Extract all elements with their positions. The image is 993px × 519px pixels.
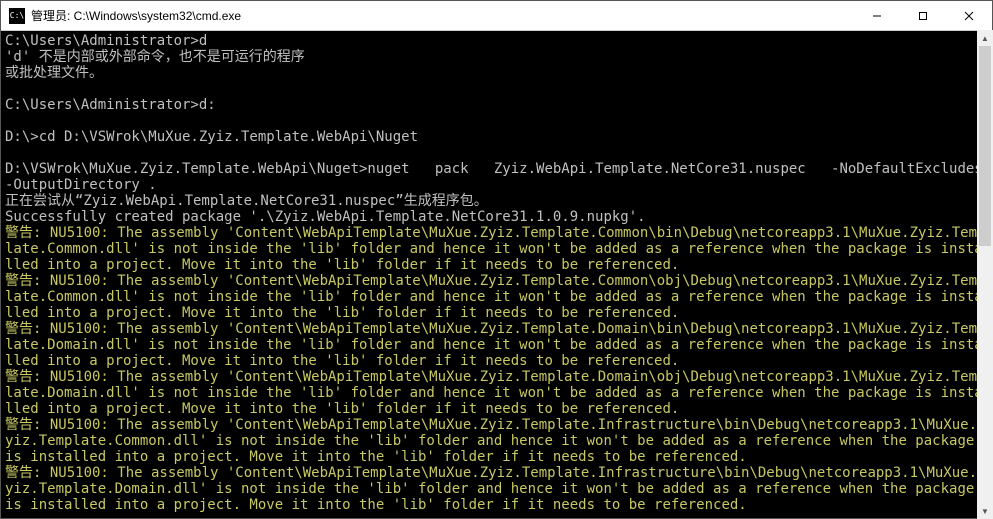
terminal-line: 警告: NU5100: The assembly 'Content\WebApi… [5,369,988,417]
terminal-line: 警告: NU5100: The assembly 'Content\WebApi… [5,465,988,513]
terminal-line: C:\Users\Administrator>d [5,33,988,49]
terminal-line: Successfully created package '.\Zyiz.Web… [5,209,988,225]
terminal-line: 警告: NU5100: The assembly 'Content\WebApi… [5,273,988,321]
terminal-output[interactable]: C:\Users\Administrator>d'd' 不是内部或外部命令，也不… [1,31,992,518]
scroll-up-button[interactable]: ▲ [977,30,993,46]
minimize-icon [872,11,882,21]
terminal-line: 警告: NU5100: The assembly 'Content\WebApi… [5,321,988,369]
terminal-line: 警告: NU5100: The assembly 'Content\WebApi… [5,417,988,465]
terminal-line: 或批处理文件。 [5,65,988,81]
terminal-line: 'd' 不是内部或外部命令，也不是可运行的程序 [5,49,988,65]
close-button[interactable] [946,1,992,30]
scroll-down-button[interactable]: ▼ [977,503,993,519]
cmd-window: C:\ 管理员: C:\Windows\system32\cmd.exe C:\… [0,0,993,519]
vertical-scrollbar[interactable]: ▲ ▼ [977,30,993,519]
maximize-button[interactable] [900,1,946,30]
titlebar[interactable]: C:\ 管理员: C:\Windows\system32\cmd.exe [1,1,992,31]
app-icon: C:\ [9,8,25,24]
terminal-line: C:\Users\Administrator>d: [5,97,988,113]
terminal-line [5,113,988,129]
close-icon [964,11,974,21]
maximize-icon [918,11,928,21]
terminal-line: D:\VSWrok\MuXue.Zyiz.Template.WebApi\Nug… [5,161,988,193]
terminal-line [5,145,988,161]
window-controls [854,1,992,30]
terminal-line: D:\>cd D:\VSWrok\MuXue.Zyiz.Template.Web… [5,129,988,145]
scrollbar-thumb[interactable] [979,46,991,246]
window-title: 管理员: C:\Windows\system32\cmd.exe [31,7,854,24]
minimize-button[interactable] [854,1,900,30]
terminal-line [5,81,988,97]
terminal-line: 正在尝试从“Zyiz.WebApi.Template.NetCore31.nus… [5,193,988,209]
terminal-line: 警告: NU5100: The assembly 'Content\WebApi… [5,225,988,273]
